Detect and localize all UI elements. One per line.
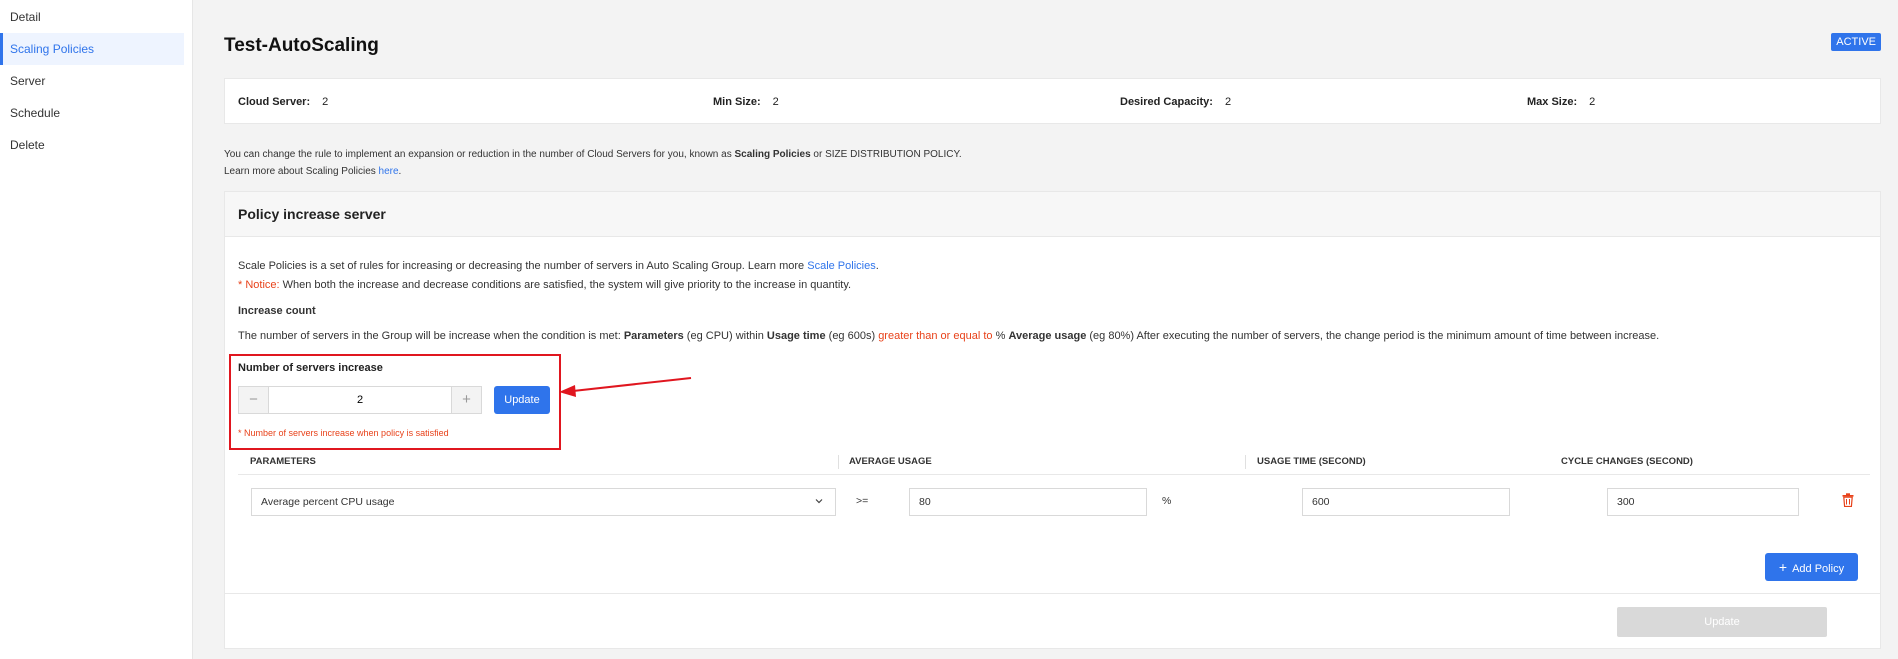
policy-card: Policy increase server Scale Policies is… [224,191,1881,649]
info-line-1-end: or SIZE DISTRIBUTION POLICY. [810,149,962,160]
percent-unit-label: % [1162,495,1172,507]
column-parameters: PARAMETERS [250,456,316,467]
page-title: Test-AutoScaling [224,35,379,56]
increase-count-title: Increase count [238,305,316,317]
update-count-button[interactable]: Update [494,386,550,414]
rule-bold-usage-time: Usage time [766,330,826,342]
rule-text-5: (eg 80%) After executing the number of s… [1086,330,1660,342]
increase-count-hint: * Number of servers increase when policy… [238,428,449,438]
increase-count-input[interactable] [270,387,450,413]
column-cycle-changes: CYCLE CHANGES (SECOND) [1561,456,1693,467]
summary-max-size: Max Size: 2 [1527,79,1595,125]
parameter-select-value: Average percent CPU usage [261,496,395,508]
sidebar-item-schedule[interactable]: Schedule [0,97,192,129]
rule-text-3: (eg 600s) [825,330,879,342]
cycle-changes-input[interactable]: 300 [1607,488,1799,516]
notice-label: * Notice: [238,279,280,291]
summary-desired-capacity: Desired Capacity: 2 [1120,79,1231,125]
policy-description-text: Scale Policies is a set of rules for inc… [238,260,808,272]
usage-time-input[interactable]: 600 [1302,488,1510,516]
sidebar-item-detail[interactable]: Detail [0,1,192,33]
footer-update-button[interactable]: Update [1617,607,1827,637]
trash-icon[interactable] [1842,493,1854,507]
summary-cloud-server: Cloud Server: 2 [238,79,328,125]
sidebar-item-scaling-policies[interactable]: Scaling Policies [0,33,184,65]
column-separator [1245,455,1246,469]
average-usage-input[interactable]: 80 [909,488,1147,516]
policy-description-end: . [875,260,879,272]
plus-icon: + [1778,559,1788,575]
min-size-label: Min Size: [713,96,761,108]
desired-capacity-value: 2 [1224,96,1232,108]
max-size-label: Max Size: [1527,96,1578,108]
desired-capacity-label: Desired Capacity: [1120,96,1213,108]
info-text: You can change the rule to implement an … [224,146,962,180]
policy-notice: * Notice: When both the increase and dec… [238,279,851,291]
increment-button[interactable]: + [451,387,481,413]
column-average-usage: AVERAGE USAGE [849,456,932,467]
policy-description: Scale Policies is a set of rules for inc… [238,260,879,272]
sidebar-item-delete[interactable]: Delete [0,129,192,161]
increase-rule-text: The number of servers in the Group will … [238,330,1659,342]
info-line-2-end: . [398,166,402,177]
summary-min-size: Min Size: 2 [713,79,779,125]
footer-divider [225,593,1880,594]
policy-table-header: PARAMETERS AVERAGE USAGE USAGE TIME (SEC… [238,448,1870,475]
cloud-server-label: Cloud Server: [238,96,311,108]
add-policy-label: Add Policy [1792,563,1845,575]
rule-text-4: % [992,330,1009,342]
notice-text: When both the increase and decrease cond… [279,279,852,291]
rule-bold-parameters: Parameters [623,330,684,342]
summary-bar: Cloud Server: 2 Min Size: 2 Desired Capaci… [224,78,1881,124]
increase-count-label: Number of servers increase [238,362,383,374]
rule-bold-average-usage: Average usage [1008,330,1087,342]
max-size-value: 2 [1589,96,1596,108]
policy-title: Policy increase server [225,192,1880,237]
parameter-select[interactable]: Average percent CPU usage [251,488,836,516]
info-line-2-text: Learn more about Scaling Policies [224,166,379,177]
sidebar-item-server[interactable]: Server [0,65,192,97]
info-line-1: You can change the rule to implement an … [224,146,962,163]
red-arrow-annotation [559,377,692,397]
info-line-2: Learn more about Scaling Policies here. [224,163,962,180]
column-separator [838,455,839,469]
chevron-down-icon [815,499,823,504]
learn-more-here-link[interactable]: here [379,166,399,177]
main-content: Test-AutoScaling ACTIVE Cloud Server: 2 M… [193,0,1898,659]
cloud-server-value: 2 [322,96,329,108]
increase-count-stepper[interactable]: − + [238,386,482,414]
add-policy-button[interactable]: + Add Policy [1765,553,1858,581]
column-usage-time: USAGE TIME (SECOND) [1257,456,1366,467]
scale-policies-link[interactable]: Scale Policies [807,260,875,272]
rule-text-2: (eg CPU) within [683,330,767,342]
min-size-value: 2 [772,96,779,108]
operator-label: >= [856,495,869,507]
rule-text-1: The number of servers in the Group will … [238,330,624,342]
status-badge: ACTIVE [1831,33,1881,51]
info-line-1-text: You can change the rule to implement an … [224,149,735,160]
decrement-button[interactable]: − [239,387,269,413]
rule-condition-highlight: greater than or equal to [878,330,993,342]
sidebar: Detail Scaling Policies Server Schedule … [0,0,193,659]
info-line-1-bold: Scaling Policies [734,149,811,160]
